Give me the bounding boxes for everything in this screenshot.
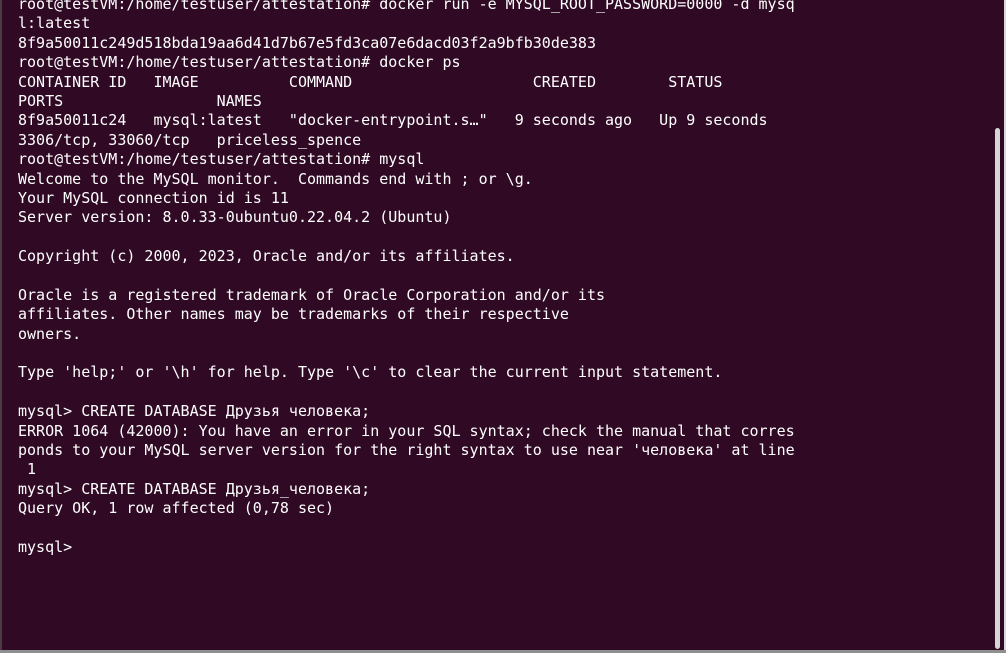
terminal-line: ponds to your MySQL server version for t… <box>18 440 795 459</box>
terminal-output[interactable]: root@testVM:/home/testuser/attestation# … <box>0 0 992 557</box>
terminal-line: root@testVM:/home/testuser/attestation# … <box>18 53 461 72</box>
terminal-line: affiliates. Other names may be trademark… <box>18 305 569 324</box>
terminal-line: root@testVM:/home/testuser/attestation# … <box>18 150 425 169</box>
terminal-line: mysql> CREATE DATABASE Друзья_человека; <box>18 479 371 498</box>
terminal-line: 1 <box>18 460 37 479</box>
terminal-line: Welcome to the MySQL monitor. Commands e… <box>18 169 533 188</box>
terminal-line: Query OK, 1 row affected (0,78 sec) <box>18 499 335 518</box>
terminal-line: l:latest <box>18 14 91 33</box>
terminal-line: owners. <box>18 324 82 343</box>
terminal-line: PORTS NAMES <box>18 91 262 110</box>
terminal-line: Copyright (c) 2000, 2023, Oracle and/or … <box>18 247 515 266</box>
terminal-line: mysql> CREATE DATABASE Друзья человека; <box>18 402 371 421</box>
terminal-line: ERROR 1064 (42000): You have an error in… <box>18 421 795 440</box>
terminal-line: Oracle is a registered trademark of Orac… <box>18 285 605 304</box>
terminal-line: Server version: 8.0.33-0ubuntu0.22.04.2 … <box>18 208 452 227</box>
window-left-border <box>0 0 2 653</box>
terminal-line: CONTAINER ID IMAGE COMMAND CREATED STATU… <box>18 72 723 91</box>
terminal-line: Type 'help;' or '\h' for help. Type '\c'… <box>18 363 723 382</box>
terminal-line: 3306/tcp, 33060/tcp priceless_spence <box>18 130 362 149</box>
terminal-window[interactable]: root@testVM:/home/testuser/attestation# … <box>0 0 1006 653</box>
terminal-prompt-line[interactable]: mysql> <box>18 538 992 557</box>
terminal-line: root@testVM:/home/testuser/attestation# … <box>18 0 795 13</box>
terminal-line: 8f9a50011c24 mysql:latest "docker-entryp… <box>18 111 768 130</box>
terminal-line: Your MySQL connection id is 11 <box>18 188 289 207</box>
terminal-line: 8f9a50011c249d518bda19aa6d41d7b67e5fd3ca… <box>18 33 596 52</box>
vertical-scrollbar[interactable] <box>995 128 1000 649</box>
